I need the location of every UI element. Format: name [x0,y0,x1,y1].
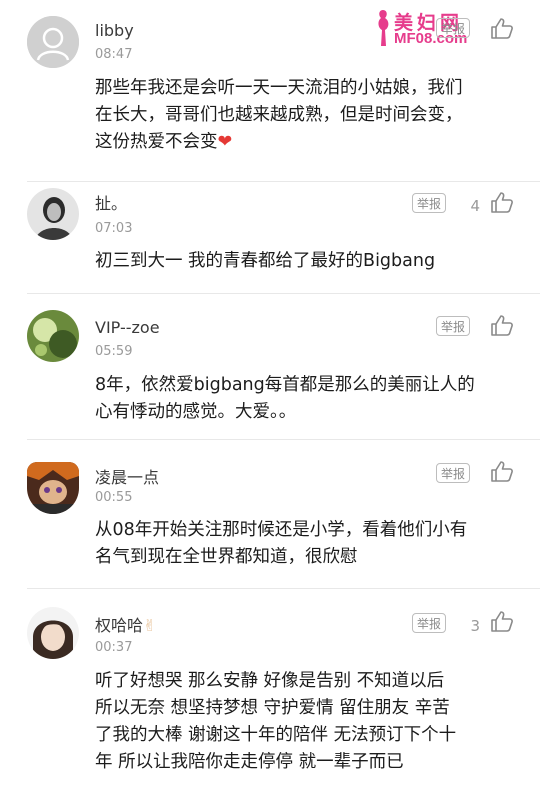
avatar[interactable] [27,462,79,514]
comment-author[interactable]: 扯。 [95,190,127,214]
comment-item: 凌晨一点 00:55 举报 从08年开始关注那时候还是小学，看着他们小有 名气到… [0,440,540,589]
comment-text: 那些年我还是会听一天一天流泪的小姑娘，我们 在长大，哥哥们也越来越成熟，但是时间… [95,78,463,152]
report-button[interactable]: 举报 [412,613,446,633]
thumbs-up-icon[interactable] [490,610,514,634]
victory-hand-emoji-icon: ✌ [143,616,157,635]
avatar-image [27,462,79,514]
report-button[interactable]: 举报 [436,18,470,38]
report-button[interactable]: 举报 [436,463,470,483]
avatar[interactable] [27,310,79,362]
comment-text: 听了好想哭 那么安静 好像是告别 不知道以后 所以无奈 想坚持梦想 守护爱情 留… [95,671,457,772]
comment-author[interactable]: libby [95,21,134,40]
comment-time: 08:47 [95,47,133,62]
avatar[interactable] [27,607,79,659]
comment-text: 从08年开始关注那时候还是小学，看着他们小有 名气到现在全世界都知道，很欣慰 [95,520,468,567]
like-count: 3 [470,617,480,635]
thumbs-up-icon[interactable] [490,314,514,338]
thumbs-up-icon[interactable] [490,191,514,215]
report-button[interactable]: 举报 [436,316,470,336]
avatar-image [27,310,79,362]
avatar[interactable] [27,188,79,240]
comment-item: VIP--zoe 05:59 举报 8年，依然爱bigbang每首都是那么的美丽… [0,294,540,440]
avatar[interactable] [27,16,79,68]
comment-text: 8年，依然爱bigbang每首都是那么的美丽让人的 心有悸动的感觉。大爱。。 [95,375,475,422]
like-count: 4 [470,197,480,215]
report-button[interactable]: 举报 [412,193,446,213]
comment-item: 扯。 07:03 举报 4 初三到大一 我的青春都给了最好的Bigbang [0,182,540,294]
comment-author[interactable]: 权哈哈✌ [95,612,156,636]
comment-item: libby 08:47 举报 那些年我还是会听一天一天流泪的小姑娘，我们 在长大… [0,0,540,182]
comment-time: 00:37 [95,640,133,655]
comment-time: 05:59 [95,344,133,359]
avatar-image [27,188,79,240]
avatar-image [27,607,79,659]
thumbs-up-icon[interactable] [490,17,514,41]
heart-emoji-icon: ❤ [217,132,233,152]
comment-time: 07:03 [95,221,133,236]
thumbs-up-icon[interactable] [490,460,514,484]
default-avatar-icon [27,16,79,68]
comment-time: 00:55 [95,490,133,505]
comment-text: 初三到大一 我的青春都给了最好的Bigbang [95,251,436,271]
comment-author[interactable]: 凌晨一点 [95,464,159,488]
comment-author[interactable]: VIP--zoe [95,318,160,337]
comment-item: 权哈哈✌ 00:37 举报 3 听了好想哭 那么安静 好像是告别 不知道以后 所… [0,589,540,788]
